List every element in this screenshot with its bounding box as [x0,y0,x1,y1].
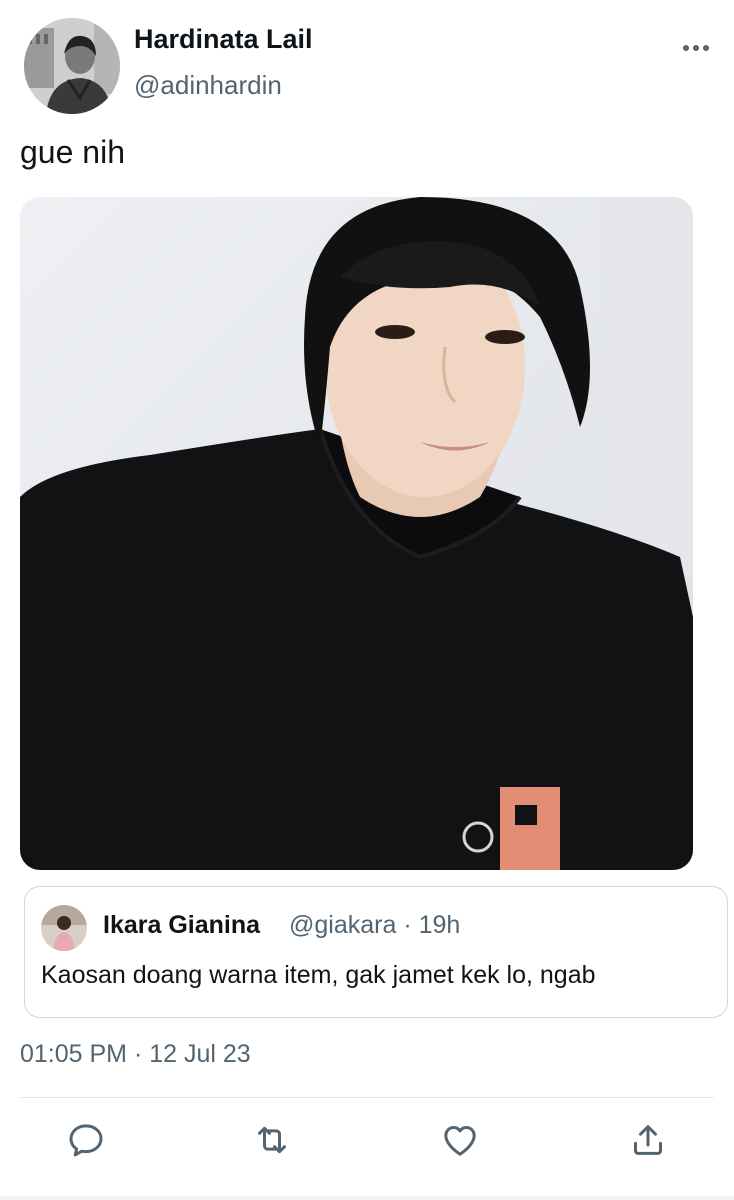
share-button[interactable] [626,1118,670,1162]
quoted-display-name: Ikara Gianina [103,911,261,939]
avatar-image [24,18,120,114]
author-avatar[interactable] [24,18,120,114]
quoted-tweet[interactable]: Ikara Gianina @giakara · 19h Kaosan doan… [24,886,728,1018]
more-options-button[interactable] [678,30,714,66]
reply-icon [69,1124,103,1157]
author-handle[interactable]: @adinhardin [134,70,282,101]
reply-button[interactable] [64,1118,108,1162]
author-display-name[interactable]: Hardinata Lail [134,24,313,55]
retweet-icon [258,1126,286,1154]
like-button[interactable] [438,1118,482,1162]
quoted-author-avatar[interactable] [41,905,87,951]
like-icon [444,1126,476,1156]
retweet-button[interactable] [250,1118,294,1162]
tweet-text: gue nih [20,134,125,170]
tweet-timestamp[interactable]: 01:05 PM · 12 Jul 23 [20,1040,251,1069]
divider [20,1097,714,1098]
bottom-edge [0,1196,734,1200]
photo [20,197,693,870]
share-icon [634,1125,662,1155]
quoted-avatar-image [41,905,87,951]
quoted-handle-time: @giakara · 19h [289,911,461,939]
more-icon [683,45,709,51]
quoted-tweet-text: Kaosan doang warna item, gak jamet kek l… [41,961,596,989]
tweet-media-image[interactable] [20,197,693,870]
